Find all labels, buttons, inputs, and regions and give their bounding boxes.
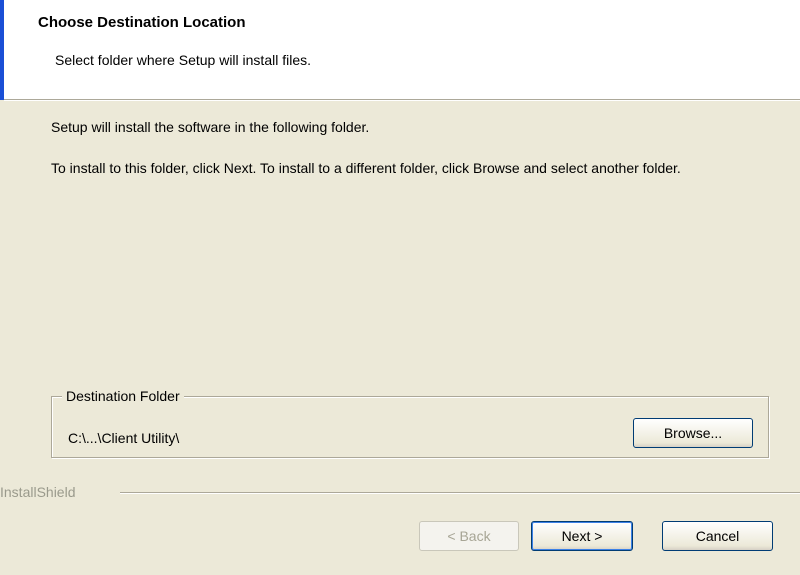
page-title: Choose Destination Location (38, 14, 246, 31)
installshield-brand: InstallShield (0, 484, 82, 500)
back-button[interactable]: < Back (419, 521, 519, 551)
destination-folder-label: Destination Folder (62, 388, 184, 404)
destination-path: C:\...\Client Utility\ (68, 430, 180, 446)
page-subtitle: Select folder where Setup will install f… (55, 52, 312, 68)
next-button[interactable]: Next > (531, 521, 633, 551)
instructions-text: To install to this folder, click Next. T… (51, 160, 681, 176)
install-info-text: Setup will install the software in the f… (51, 119, 370, 135)
header-divider (4, 100, 800, 101)
browse-button[interactable]: Browse... (633, 418, 753, 448)
setup-dialog: Choose Destination Location Select folde… (0, 0, 800, 575)
header-panel: Choose Destination Location Select folde… (4, 0, 800, 100)
installshield-divider (120, 492, 800, 494)
cancel-button[interactable]: Cancel (662, 521, 773, 551)
